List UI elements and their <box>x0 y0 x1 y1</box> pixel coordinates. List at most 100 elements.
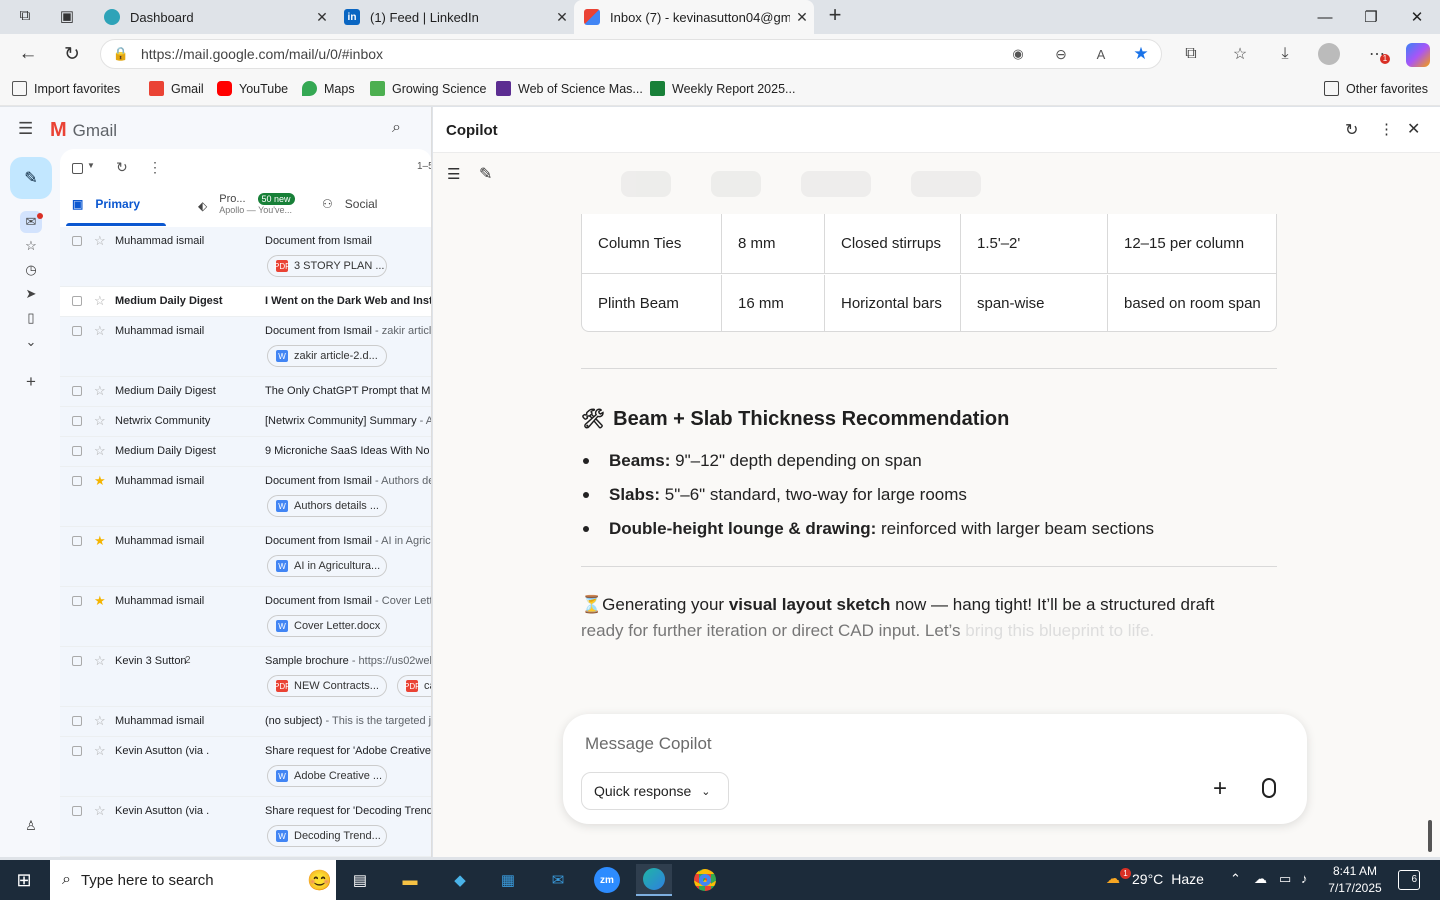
gemini-icon[interactable]: ♙ <box>20 815 42 837</box>
table-row[interactable]: ☆ Medium Daily Digest 9 Microniche SaaS Id… <box>60 437 431 467</box>
copilot-refresh-icon[interactable]: ↻ <box>1345 120 1358 140</box>
table-row[interactable]: ☆ Medium Daily Digest I Went on the Dark W… <box>60 287 431 317</box>
attachment-chip[interactable]: W Decoding Trend... <box>267 825 387 847</box>
url-text[interactable]: https://mail.google.com/mail/u/0/#inbox <box>141 46 995 62</box>
star-icon[interactable]: ★ <box>94 533 106 549</box>
favorite-star-icon[interactable]: ★ <box>1121 44 1161 64</box>
row-checkbox[interactable] <box>72 326 82 336</box>
row-checkbox[interactable] <box>72 656 82 666</box>
file-explorer-icon[interactable]: ▬ <box>392 864 428 896</box>
zoom-icon[interactable]: zm <box>589 864 625 896</box>
address-bar[interactable]: 🔒 https://mail.google.com/mail/u/0/#inbo… <box>100 39 1162 69</box>
downloads-icon[interactable]: ⤓ <box>1274 43 1296 65</box>
tab-linkedin[interactable]: in (1) Feed | LinkedIn ✕ <box>334 0 574 34</box>
table-row[interactable]: ☆ Netwrix Community [Netwrix Community] Su… <box>60 407 431 437</box>
starred-icon[interactable]: ☆ <box>20 235 42 257</box>
message-input[interactable]: Message Copilot <box>585 734 1265 754</box>
quick-response-dropdown[interactable]: Quick response ⌄ <box>581 772 729 810</box>
gmail-logo[interactable]: M Gmail <box>50 119 117 142</box>
favorite-import[interactable]: Import favorites <box>12 81 120 96</box>
add-label-icon[interactable]: + <box>20 371 42 393</box>
tab-primary[interactable]: ▣ Primary <box>72 197 140 211</box>
favorite-web-of-science[interactable]: Web of Science Mas... <box>496 81 643 96</box>
other-favorites[interactable]: Other favorites <box>1324 81 1428 96</box>
table-row[interactable]: ★ Muhammad ismail Document from Ismail - C… <box>60 587 431 647</box>
star-icon[interactable]: ☆ <box>94 653 106 669</box>
table-row[interactable]: ☆ Muhammad ismail Document from Ismail PDF 3… <box>60 227 431 287</box>
row-checkbox[interactable] <box>72 446 82 456</box>
window-close-icon[interactable]: ✕ <box>1394 0 1440 34</box>
row-checkbox[interactable] <box>72 416 82 426</box>
star-icon[interactable]: ☆ <box>94 293 106 309</box>
new-chat-icon[interactable]: ✎ <box>479 164 492 184</box>
back-icon[interactable]: ← <box>14 40 42 68</box>
star-icon[interactable]: ☆ <box>94 443 106 459</box>
microphone-icon[interactable] <box>1262 778 1276 798</box>
close-tab-icon[interactable]: ✕ <box>790 9 814 26</box>
edge-icon[interactable] <box>636 864 672 896</box>
attachment-chip[interactable]: PDF 3 STORY PLAN ... <box>267 255 387 277</box>
minimize-icon[interactable]: — <box>1302 0 1348 34</box>
attachment-chip[interactable]: PDF NEW Contracts... <box>267 675 387 697</box>
scrollbar-thumb[interactable] <box>1428 820 1432 852</box>
select-dropdown-icon[interactable]: ▼ <box>87 161 95 170</box>
copilot-icon[interactable] <box>1406 43 1430 67</box>
close-tab-icon[interactable]: ✕ <box>550 9 574 26</box>
star-icon[interactable]: ☆ <box>94 413 106 429</box>
tab-actions-icon[interactable]: ▣ <box>56 7 78 27</box>
favorite-youtube[interactable]: YouTube <box>217 81 288 96</box>
row-checkbox[interactable] <box>72 806 82 816</box>
row-checkbox[interactable] <box>72 746 82 756</box>
star-icon[interactable]: ☆ <box>94 713 106 729</box>
row-checkbox[interactable] <box>72 476 82 486</box>
mail-icon[interactable]: ✉ <box>540 864 576 896</box>
table-row[interactable]: ☆ Muhammad ismail (no subject) - This is t… <box>60 707 431 737</box>
row-checkbox[interactable] <box>72 716 82 726</box>
attachment-chip[interactable]: W Cover Letter.docx <box>267 615 387 637</box>
star-icon[interactable]: ☆ <box>94 803 106 819</box>
star-icon[interactable]: ☆ <box>94 233 106 249</box>
attachment-chip[interactable]: W AI in Agricultura... <box>267 555 387 577</box>
attachment-chip[interactable]: W Authors details ... <box>267 495 387 517</box>
sent-icon[interactable]: ➤ <box>20 283 42 305</box>
onedrive-icon[interactable]: ☁ <box>1254 871 1267 887</box>
volume-icon[interactable]: ♪ <box>1301 871 1308 886</box>
star-icon[interactable]: ★ <box>94 473 106 489</box>
start-icon[interactable]: ⊞ <box>6 864 42 896</box>
table-row[interactable]: ☆ Kevin 3 Sutton 2 Sample brochure - https:… <box>60 647 431 707</box>
new-tab-button[interactable]: + <box>822 2 848 32</box>
drafts-icon[interactable]: ▯ <box>20 307 42 329</box>
tab-promotions[interactable]: ⬖ Pro... 50 new Apollo — You've... <box>198 193 295 215</box>
refresh-mail-icon[interactable]: ↻ <box>116 159 128 176</box>
clock[interactable]: 8:41 AM 7/17/2025 <box>1326 863 1384 897</box>
snoozed-icon[interactable]: ◷ <box>20 259 42 281</box>
app-icon[interactable]: ◆ <box>442 864 478 896</box>
row-checkbox[interactable] <box>72 296 82 306</box>
network-icon[interactable]: ▭ <box>1279 871 1291 887</box>
more-chevron-icon[interactable]: ⌄ <box>20 331 42 353</box>
chrome-icon[interactable] <box>687 864 723 896</box>
row-checkbox[interactable] <box>72 236 82 246</box>
copilot-close-icon[interactable]: ✕ <box>1407 119 1420 139</box>
favorite-gmail[interactable]: Gmail <box>149 81 204 96</box>
zoom-icon[interactable]: ⊖ <box>1041 46 1081 63</box>
more-actions-icon[interactable]: ⋮ <box>148 159 162 176</box>
table-row[interactable]: ☆ Muhammad ismail Document from Ismail - z… <box>60 317 431 377</box>
table-row[interactable]: ☆ Medium Daily Digest The Only ChatGPT Pro… <box>60 377 431 407</box>
notification-center-icon[interactable]: 6 <box>1398 870 1420 890</box>
taskbar-search[interactable]: ⌕ Type here to search 😊 <box>50 860 336 900</box>
tab-social[interactable]: ⚇ Social <box>322 197 377 211</box>
favorite-maps[interactable]: Maps <box>302 81 355 96</box>
tab-dashboard[interactable]: Dashboard ✕ <box>94 0 334 34</box>
attachment-chip[interactable]: Wzakir article-2.d... <box>267 345 387 367</box>
conversation-list-icon[interactable]: ☰ <box>447 165 460 183</box>
task-view-icon[interactable]: ▤ <box>342 864 378 896</box>
table-row[interactable]: ★ Muhammad ismail Document from Ismail - A… <box>60 467 431 527</box>
copilot-more-icon[interactable]: ⋮ <box>1379 120 1394 138</box>
star-icon[interactable]: ☆ <box>94 743 106 759</box>
star-icon[interactable]: ★ <box>94 593 106 609</box>
row-checkbox[interactable] <box>72 596 82 606</box>
star-icon[interactable]: ☆ <box>94 323 106 339</box>
favorites-icon[interactable]: ☆ <box>1229 43 1251 65</box>
row-checkbox[interactable] <box>72 536 82 546</box>
